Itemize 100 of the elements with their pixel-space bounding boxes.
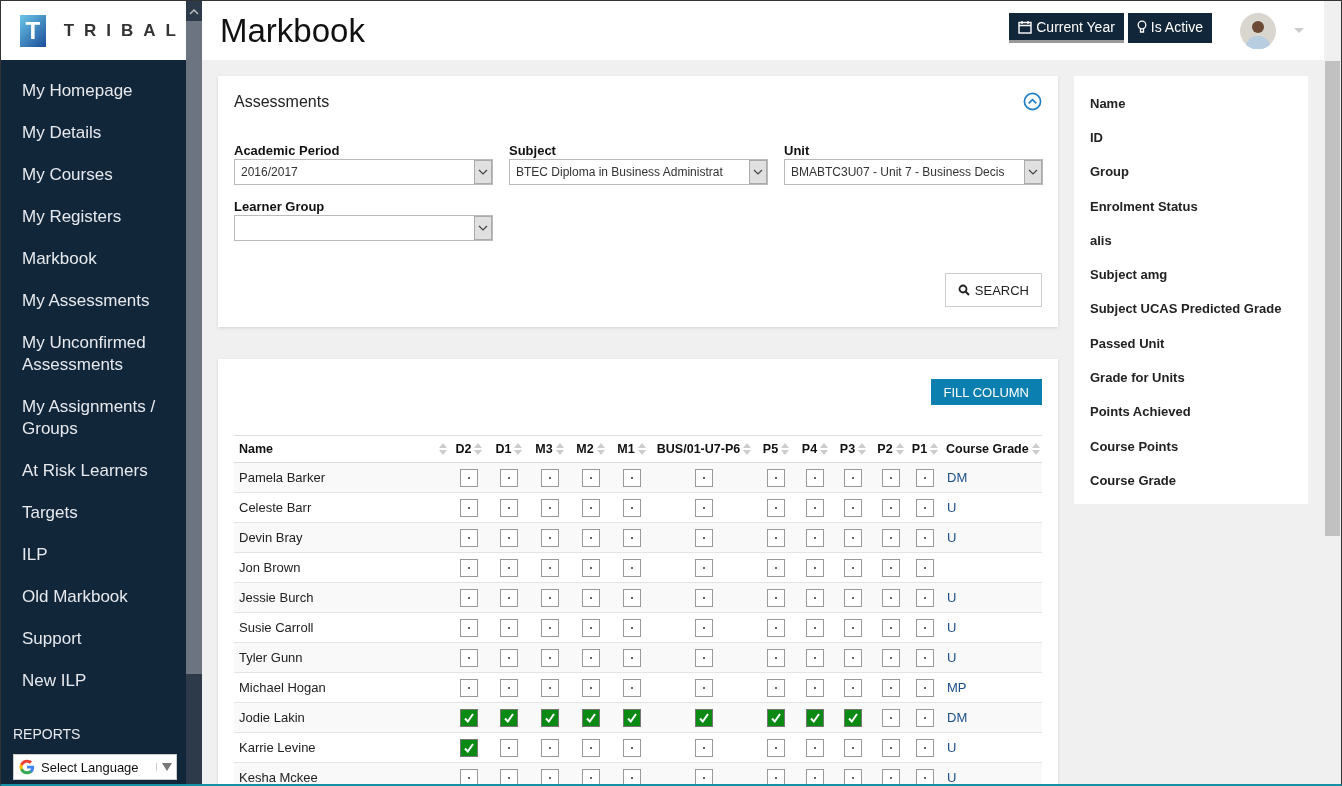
scroll-up-icon[interactable]	[189, 9, 199, 15]
select-field[interactable]: BTEC Diploma in Business Administrat	[509, 159, 768, 185]
checkbox[interactable]	[500, 588, 518, 607]
column-header[interactable]: P1	[909, 435, 941, 463]
checkbox[interactable]	[881, 768, 900, 784]
column-option[interactable]: Subject amg	[1090, 257, 1292, 292]
scrollbar-thumb[interactable]	[1325, 61, 1340, 536]
checkbox[interactable]	[806, 678, 824, 697]
checkbox[interactable]	[916, 738, 934, 757]
select-field[interactable]	[234, 215, 493, 241]
checkbox[interactable]	[500, 678, 518, 697]
checkbox[interactable]	[540, 648, 559, 667]
checkbox[interactable]	[695, 468, 713, 487]
column-header[interactable]: Course Grade	[941, 435, 1042, 463]
checkbox[interactable]	[806, 768, 824, 784]
sidebar-item[interactable]: New ILP	[1, 660, 186, 702]
language-select[interactable]: Select Language	[13, 754, 177, 780]
checkbox[interactable]	[460, 588, 478, 607]
checkbox[interactable]	[767, 738, 785, 757]
column-option[interactable]: Course Points	[1090, 428, 1292, 464]
column-option[interactable]: Enrolment Status	[1090, 188, 1292, 224]
checkbox[interactable]	[695, 678, 713, 697]
checkbox[interactable]	[767, 498, 785, 517]
checkbox[interactable]	[622, 708, 641, 727]
column-option[interactable]: ID	[1090, 120, 1292, 155]
checkbox[interactable]	[767, 648, 785, 667]
filter-button[interactable]: Current Year	[1009, 13, 1124, 43]
checkbox[interactable]	[916, 588, 934, 607]
column-option[interactable]: Passed Unit	[1090, 326, 1292, 361]
checkbox[interactable]	[540, 528, 559, 547]
checkbox[interactable]	[844, 498, 862, 517]
checkbox[interactable]	[767, 528, 785, 547]
checkbox[interactable]	[540, 678, 559, 697]
checkbox[interactable]	[581, 588, 600, 607]
checkbox[interactable]	[581, 498, 600, 517]
collapse-icon[interactable]	[1023, 92, 1042, 111]
column-header[interactable]: D2	[449, 435, 489, 463]
checkbox[interactable]	[844, 708, 862, 727]
checkbox[interactable]	[844, 768, 862, 784]
checkbox[interactable]	[622, 678, 641, 697]
column-option[interactable]: Subject UCAS Predicted Grade	[1090, 291, 1292, 327]
checkbox[interactable]	[916, 558, 934, 577]
checkbox[interactable]	[695, 768, 713, 784]
checkbox[interactable]	[881, 498, 900, 517]
checkbox[interactable]	[806, 738, 824, 757]
checkbox[interactable]	[881, 618, 900, 637]
column-header[interactable]: Name	[234, 435, 449, 463]
sidebar-item[interactable]: My Unconfirmed Assessments	[1, 322, 186, 386]
checkbox[interactable]	[622, 528, 641, 547]
checkbox[interactable]	[581, 528, 600, 547]
scrollbar-thumb[interactable]	[186, 21, 202, 674]
checkbox[interactable]	[581, 708, 600, 727]
checkbox[interactable]	[916, 768, 934, 784]
checkbox[interactable]	[916, 618, 934, 637]
checkbox[interactable]	[460, 528, 478, 547]
dropdown-caret-icon[interactable]	[1294, 28, 1304, 33]
checkbox[interactable]	[881, 738, 900, 757]
checkbox[interactable]	[695, 648, 713, 667]
checkbox[interactable]	[695, 498, 713, 517]
sidebar-item[interactable]: Old Markbook	[1, 576, 186, 618]
column-header[interactable]: P5	[756, 435, 796, 463]
checkbox[interactable]	[916, 528, 934, 547]
sidebar-item[interactable]: My Homepage	[1, 70, 186, 112]
checkbox[interactable]	[540, 618, 559, 637]
column-option[interactable]: Name	[1090, 86, 1292, 121]
checkbox[interactable]	[500, 648, 518, 667]
checkbox[interactable]	[622, 468, 641, 487]
checkbox[interactable]	[460, 678, 478, 697]
checkbox[interactable]	[806, 498, 824, 517]
checkbox[interactable]	[540, 768, 559, 784]
checkbox[interactable]	[581, 468, 600, 487]
checkbox[interactable]	[881, 588, 900, 607]
sidebar-item[interactable]: My Registers	[1, 196, 186, 238]
checkbox[interactable]	[622, 498, 641, 517]
checkbox[interactable]	[844, 648, 862, 667]
checkbox[interactable]	[806, 618, 824, 637]
sidebar-item[interactable]: At Risk Learners	[1, 450, 186, 492]
checkbox[interactable]	[500, 558, 518, 577]
checkbox[interactable]	[581, 558, 600, 577]
checkbox[interactable]	[844, 678, 862, 697]
checkbox[interactable]	[540, 468, 559, 487]
checkbox[interactable]	[767, 678, 785, 697]
checkbox[interactable]	[695, 558, 713, 577]
checkbox[interactable]	[916, 468, 934, 487]
checkbox[interactable]	[806, 708, 824, 727]
checkbox[interactable]	[844, 558, 862, 577]
checkbox[interactable]	[460, 648, 478, 667]
checkbox[interactable]	[695, 588, 713, 607]
checkbox[interactable]	[581, 618, 600, 637]
sidebar-item[interactable]: Markbook	[1, 238, 186, 280]
checkbox[interactable]	[540, 558, 559, 577]
checkbox[interactable]	[460, 558, 478, 577]
checkbox[interactable]	[460, 618, 478, 637]
checkbox[interactable]	[500, 498, 518, 517]
checkbox[interactable]	[622, 768, 641, 784]
checkbox[interactable]	[767, 768, 785, 784]
checkbox[interactable]	[581, 738, 600, 757]
sidebar-item[interactable]: ILP	[1, 534, 186, 576]
checkbox[interactable]	[767, 468, 785, 487]
checkbox[interactable]	[460, 768, 478, 784]
